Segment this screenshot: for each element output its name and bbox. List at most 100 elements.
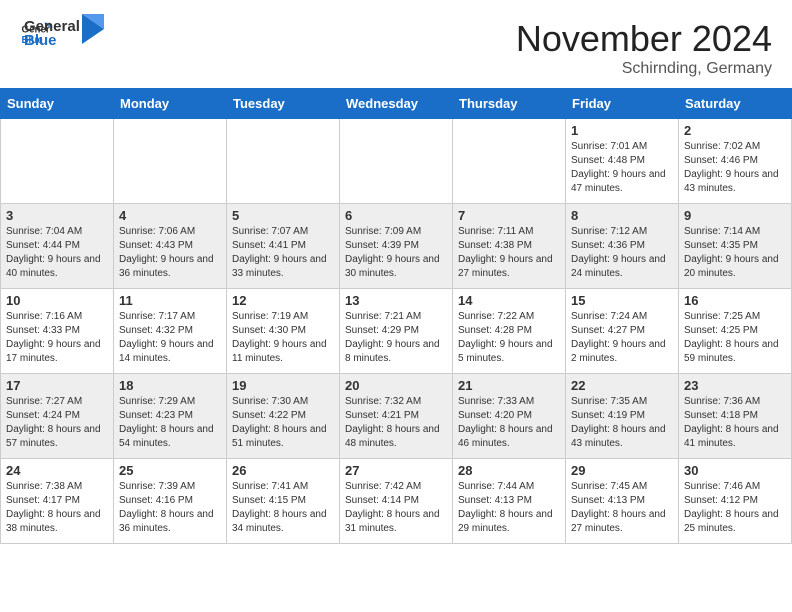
day-info: Sunrise: 7:42 AM Sunset: 4:14 PM Dayligh… [345,480,447,536]
day-info: Sunrise: 7:04 AM Sunset: 4:44 PM Dayligh… [6,225,108,281]
day-number: 18 [119,378,221,393]
day-number: 25 [119,463,221,478]
day-number: 10 [6,293,108,308]
day-number: 5 [232,208,334,223]
calendar-day-cell: 9Sunrise: 7:14 AM Sunset: 4:35 PM Daylig… [679,204,792,289]
day-info: Sunrise: 7:01 AM Sunset: 4:48 PM Dayligh… [571,140,673,196]
day-number: 22 [571,378,673,393]
day-number: 29 [571,463,673,478]
calendar-day-cell: 8Sunrise: 7:12 AM Sunset: 4:36 PM Daylig… [566,204,679,289]
calendar-table: SundayMondayTuesdayWednesdayThursdayFrid… [0,88,792,544]
calendar-day-cell: 26 Sunrise: 7:41 AM Sunset: 4:15 PM Dayli… [227,459,340,544]
calendar-header-row: SundayMondayTuesdayWednesdayThursdayFrid… [1,89,792,119]
day-number: 24 [6,463,108,478]
day-number: 7 [458,208,560,223]
day-info: Sunrise: 7:33 AM Sunset: 4:20 PM Dayligh… [458,395,560,451]
day-number: 3 [6,208,108,223]
day-info: Sunrise: 7:38 AM Sunset: 4:17 PM Dayligh… [6,480,108,536]
day-info: Sunrise: 7:17 AM Sunset: 4:32 PM Dayligh… [119,310,221,366]
calendar-day-cell: 30Sunrise: 7:46 AM Sunset: 4:12 PM Dayli… [679,459,792,544]
calendar-day-cell: 28 Sunrise: 7:44 AM Sunset: 4:13 PM Dayli… [453,459,566,544]
logo: General Blue General Blue [20,18,104,50]
day-info: Sunrise: 7:11 AM Sunset: 4:38 PM Dayligh… [458,225,560,281]
day-number: 2 [684,123,786,138]
header: General Blue General Blue November 2024 … [0,0,792,88]
day-of-week-header-monday: Monday [114,89,227,119]
day-info: Sunrise: 7:27 AM Sunset: 4:24 PM Dayligh… [6,395,108,451]
day-of-week-header-saturday: Saturday [679,89,792,119]
day-info: Sunrise: 7:12 AM Sunset: 4:36 PM Dayligh… [571,225,673,281]
calendar-day-cell: 21 Sunrise: 7:33 AM Sunset: 4:20 PM Dayli… [453,374,566,459]
calendar-week-row: 10 Sunrise: 7:16 AM Sunset: 4:33 PM Dayli… [1,289,792,374]
day-number: 27 [345,463,447,478]
calendar-day-cell: 20Sunrise: 7:32 AM Sunset: 4:21 PM Dayli… [340,374,453,459]
day-number: 12 [232,293,334,308]
calendar-day-cell: 16 Sunrise: 7:25 AM Sunset: 4:25 PM Dayli… [679,289,792,374]
day-of-week-header-tuesday: Tuesday [227,89,340,119]
day-of-week-header-thursday: Thursday [453,89,566,119]
calendar-day-cell [227,119,340,204]
calendar-day-cell: 18Sunrise: 7:29 AM Sunset: 4:23 PM Dayli… [114,374,227,459]
day-info: Sunrise: 7:22 AM Sunset: 4:28 PM Dayligh… [458,310,560,366]
day-number: 28 [458,463,560,478]
calendar-day-cell: 23 Sunrise: 7:36 AM Sunset: 4:18 PM Dayli… [679,374,792,459]
calendar-day-cell [453,119,566,204]
day-info: Sunrise: 7:39 AM Sunset: 4:16 PM Dayligh… [119,480,221,536]
day-of-week-header-friday: Friday [566,89,679,119]
calendar-day-cell: 12 Sunrise: 7:19 AM Sunset: 4:30 PM Dayli… [227,289,340,374]
calendar-day-cell [114,119,227,204]
calendar-day-cell: 19 Sunrise: 7:30 AM Sunset: 4:22 PM Dayli… [227,374,340,459]
calendar-day-cell: 24 Sunrise: 7:38 AM Sunset: 4:17 PM Dayli… [1,459,114,544]
day-info: Sunrise: 7:19 AM Sunset: 4:30 PM Dayligh… [232,310,334,366]
day-info: Sunrise: 7:45 AM Sunset: 4:13 PM Dayligh… [571,480,673,536]
day-info: Sunrise: 7:06 AM Sunset: 4:43 PM Dayligh… [119,225,221,281]
day-info: Sunrise: 7:25 AM Sunset: 4:25 PM Dayligh… [684,310,786,366]
day-of-week-header-sunday: Sunday [1,89,114,119]
calendar-day-cell: 11Sunrise: 7:17 AM Sunset: 4:32 PM Dayli… [114,289,227,374]
calendar-day-cell: 14 Sunrise: 7:22 AM Sunset: 4:28 PM Dayli… [453,289,566,374]
day-info: Sunrise: 7:07 AM Sunset: 4:41 PM Dayligh… [232,225,334,281]
calendar-day-cell: 3 Sunrise: 7:04 AM Sunset: 4:44 PM Daylig… [1,204,114,289]
day-number: 1 [571,123,673,138]
day-number: 4 [119,208,221,223]
day-info: Sunrise: 7:41 AM Sunset: 4:15 PM Dayligh… [232,480,334,536]
day-number: 21 [458,378,560,393]
calendar-day-cell: 7 Sunrise: 7:11 AM Sunset: 4:38 PM Daylig… [453,204,566,289]
calendar-day-cell: 27 Sunrise: 7:42 AM Sunset: 4:14 PM Dayli… [340,459,453,544]
day-number: 9 [684,208,786,223]
calendar-week-row: 17Sunrise: 7:27 AM Sunset: 4:24 PM Dayli… [1,374,792,459]
calendar-day-cell: 4 Sunrise: 7:06 AM Sunset: 4:43 PM Daylig… [114,204,227,289]
calendar-day-cell [340,119,453,204]
calendar-day-cell: 2Sunrise: 7:02 AM Sunset: 4:46 PM Daylig… [679,119,792,204]
calendar-week-row: 24 Sunrise: 7:38 AM Sunset: 4:17 PM Dayli… [1,459,792,544]
location-title: Schirnding, Germany [516,60,772,78]
day-info: Sunrise: 7:46 AM Sunset: 4:12 PM Dayligh… [684,480,786,536]
day-info: Sunrise: 7:30 AM Sunset: 4:22 PM Dayligh… [232,395,334,451]
calendar-week-row: 3 Sunrise: 7:04 AM Sunset: 4:44 PM Daylig… [1,204,792,289]
day-number: 13 [345,293,447,308]
day-number: 16 [684,293,786,308]
calendar-day-cell: 5 Sunrise: 7:07 AM Sunset: 4:41 PM Daylig… [227,204,340,289]
calendar-day-cell: 6Sunrise: 7:09 AM Sunset: 4:39 PM Daylig… [340,204,453,289]
calendar-day-cell: 22 Sunrise: 7:35 AM Sunset: 4:19 PM Dayli… [566,374,679,459]
month-title: November 2024 [516,18,772,60]
calendar-day-cell: 29 Sunrise: 7:45 AM Sunset: 4:13 PM Dayli… [566,459,679,544]
day-info: Sunrise: 7:44 AM Sunset: 4:13 PM Dayligh… [458,480,560,536]
day-number: 23 [684,378,786,393]
day-number: 6 [345,208,447,223]
day-number: 14 [458,293,560,308]
calendar-day-cell: 25 Sunrise: 7:39 AM Sunset: 4:16 PM Dayli… [114,459,227,544]
day-number: 19 [232,378,334,393]
day-info: Sunrise: 7:32 AM Sunset: 4:21 PM Dayligh… [345,395,447,451]
day-info: Sunrise: 7:35 AM Sunset: 4:19 PM Dayligh… [571,395,673,451]
title-area: November 2024 Schirnding, Germany [516,18,772,78]
day-info: Sunrise: 7:16 AM Sunset: 4:33 PM Dayligh… [6,310,108,366]
day-number: 26 [232,463,334,478]
day-number: 15 [571,293,673,308]
day-info: Sunrise: 7:24 AM Sunset: 4:27 PM Dayligh… [571,310,673,366]
calendar-day-cell: 13Sunrise: 7:21 AM Sunset: 4:29 PM Dayli… [340,289,453,374]
day-info: Sunrise: 7:36 AM Sunset: 4:18 PM Dayligh… [684,395,786,451]
day-of-week-header-wednesday: Wednesday [340,89,453,119]
calendar-day-cell: 10 Sunrise: 7:16 AM Sunset: 4:33 PM Dayli… [1,289,114,374]
calendar-day-cell: 17Sunrise: 7:27 AM Sunset: 4:24 PM Dayli… [1,374,114,459]
